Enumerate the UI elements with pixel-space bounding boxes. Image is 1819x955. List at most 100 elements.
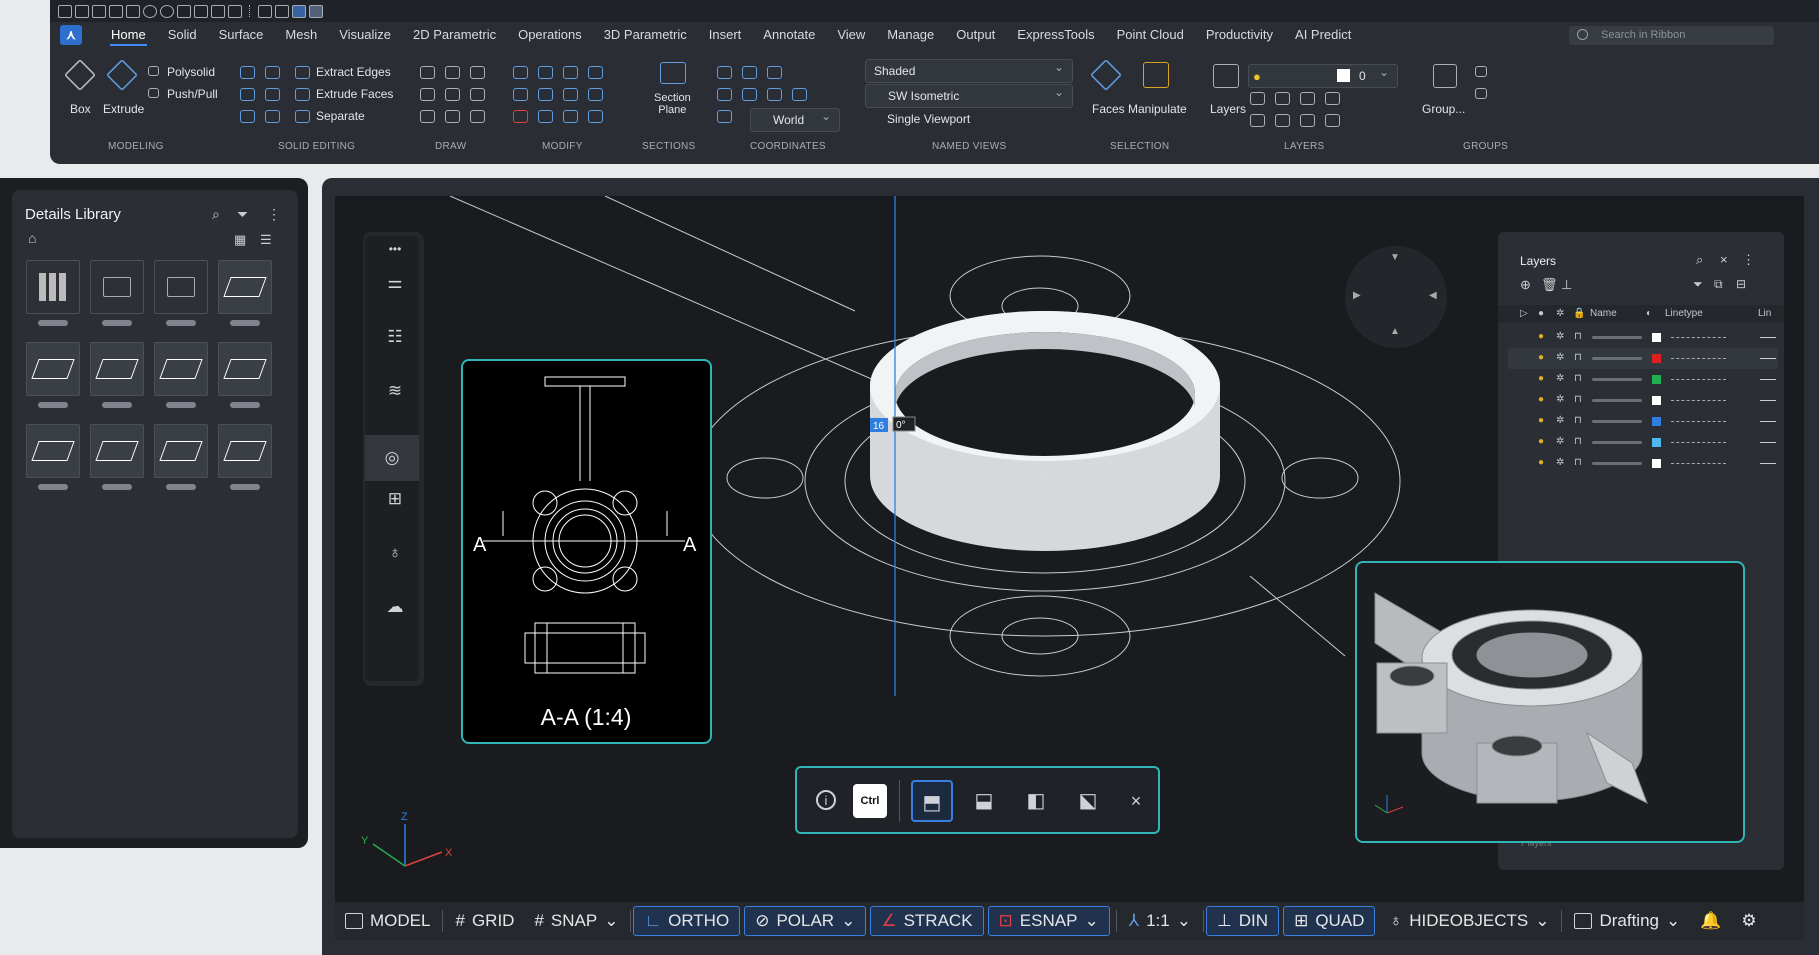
layer-row[interactable]: ● ✲ ⊓	[1508, 411, 1778, 432]
bulb-icon[interactable]: ●	[1538, 436, 1544, 447]
publish-icon[interactable]	[228, 4, 242, 18]
ucs-3point-icon[interactable]	[767, 66, 782, 79]
layer-unlock-icon[interactable]	[1325, 114, 1340, 127]
section-view-panel[interactable]: A A A-A (1:4)	[461, 359, 712, 744]
interfere-icon[interactable]	[240, 110, 255, 123]
fillet-icon[interactable]	[588, 88, 603, 101]
tab-visualize[interactable]: Visualize	[328, 22, 402, 48]
more-menu-icon[interactable]: ⋮	[1742, 252, 1755, 268]
bulb-icon[interactable]: ●	[1538, 373, 1544, 384]
offset-icon[interactable]	[538, 88, 553, 101]
box-button[interactable]: Box	[70, 102, 91, 116]
save-as-icon[interactable]	[109, 4, 123, 18]
tab-expresstools[interactable]: ExpressTools	[1006, 22, 1105, 48]
chevron-down-icon[interactable]: ⌄	[841, 911, 855, 931]
strack-toggle[interactable]: ∠ STRACK	[870, 906, 984, 936]
section-z-tool-icon[interactable]: ⬕	[1067, 780, 1109, 822]
layer-color-swatch[interactable]	[1652, 417, 1661, 426]
sun-icon[interactable]: ✲	[1556, 394, 1564, 405]
group-button[interactable]: Group...	[1422, 102, 1465, 116]
layer-name-placeholder[interactable]	[1592, 462, 1642, 465]
layer-color-swatch[interactable]	[1652, 396, 1661, 405]
polyline-icon[interactable]	[420, 66, 435, 79]
array-icon[interactable]	[588, 110, 603, 123]
layer-name-placeholder[interactable]	[1592, 399, 1642, 402]
section-x-tool-icon[interactable]: ⬓	[963, 780, 1005, 822]
lock-icon[interactable]: ⊓	[1574, 457, 1582, 468]
library-folder-item[interactable]	[90, 260, 144, 314]
sun-icon[interactable]: ✲	[1556, 373, 1564, 384]
linetype-preview[interactable]	[1671, 442, 1726, 443]
move-icon[interactable]	[513, 66, 528, 79]
cloud-upload-icon[interactable]: ☁	[385, 597, 405, 616]
bulb-icon[interactable]: ●	[1538, 415, 1544, 426]
lineweight-preview[interactable]	[1760, 379, 1776, 380]
more-icon[interactable]: •••	[385, 242, 405, 260]
library-detail-item[interactable]	[90, 424, 144, 478]
column-lineweight[interactable]: Lin	[1758, 308, 1771, 319]
separate-button[interactable]: Separate	[316, 109, 365, 123]
library-folder-item[interactable]	[154, 260, 208, 314]
chevron-down-icon[interactable]: ⌄	[1535, 911, 1549, 931]
group-label-sections[interactable]: SECTIONS	[642, 141, 696, 152]
column-linetype[interactable]: Linetype	[1665, 308, 1703, 319]
sun-icon[interactable]: ✲	[1556, 331, 1564, 342]
mirror-icon[interactable]	[588, 66, 603, 79]
tab-productivity[interactable]: Productivity	[1195, 22, 1284, 48]
layer-name-placeholder[interactable]	[1592, 420, 1642, 423]
group-label-layers[interactable]: LAYERS	[1284, 141, 1325, 152]
layer-row[interactable]: ● ✲ ⊓	[1508, 453, 1778, 474]
scale-dropdown[interactable]: ⅄ 1:1 ⌄	[1119, 906, 1201, 936]
circle-icon[interactable]	[470, 66, 485, 79]
ucs-icon[interactable]	[717, 66, 732, 79]
layer-states-icon[interactable]: ⧉	[1714, 277, 1723, 292]
tab-ai-predict[interactable]: AI Predict	[1284, 22, 1362, 48]
bulb-icon[interactable]: ●	[1538, 394, 1544, 405]
manipulate-icon[interactable]	[1143, 62, 1169, 88]
open-icon[interactable]	[75, 4, 89, 18]
chevron-down-icon[interactable]: ⌄	[1666, 911, 1680, 931]
layer-settings-icon[interactable]: ⊟	[1736, 277, 1746, 291]
section-plane-tool-icon[interactable]: ⬒	[911, 780, 953, 822]
more-menu-icon[interactable]: ⋮	[267, 206, 281, 223]
properties-icon[interactable]: ⚌	[385, 273, 405, 292]
polysolid-button[interactable]: Polysolid	[167, 65, 215, 79]
ctrl-key-button[interactable]: Ctrl	[853, 784, 887, 818]
copy-icon[interactable]	[177, 4, 191, 18]
extrude-faces-button[interactable]: Extrude Faces	[316, 87, 393, 101]
nav-up-icon[interactable]: ▼	[1390, 252, 1400, 263]
hatch-icon[interactable]	[470, 110, 485, 123]
list-view-icon[interactable]: ☰	[260, 232, 272, 248]
copy-modify-icon[interactable]	[513, 88, 528, 101]
visual-style-dropdown[interactable]: Shaded	[865, 56, 1073, 83]
bulb-icon[interactable]: ●	[1538, 331, 1544, 342]
quad-toggle[interactable]: ⊞ QUAD	[1283, 906, 1376, 936]
tab-point-cloud[interactable]: Point Cloud	[1106, 22, 1195, 48]
lock-icon[interactable]: ⊓	[1574, 436, 1582, 447]
layer-color-swatch[interactable]	[1652, 333, 1661, 342]
3d-preview-panel[interactable]	[1355, 561, 1745, 843]
layers-icon[interactable]	[1213, 64, 1239, 88]
esnap-toggle[interactable]: ⊡ ESNAP ⌄	[987, 906, 1110, 936]
linetype-preview[interactable]	[1671, 400, 1726, 401]
linetype-preview[interactable]	[1671, 421, 1726, 422]
subtract-icon[interactable]	[265, 66, 280, 79]
tab-view[interactable]: View	[826, 22, 876, 48]
group-label-solid-editing[interactable]: SOLID EDITING	[278, 141, 355, 152]
bulb-icon[interactable]: ●	[1538, 352, 1544, 363]
library-detail-item[interactable]	[218, 260, 272, 314]
sun-icon[interactable]: ✲	[1556, 352, 1564, 363]
section-plane-icon[interactable]	[660, 62, 686, 84]
section-plane-button[interactable]: Section Plane	[654, 92, 691, 116]
delete-layer-icon[interactable]: 🗑	[1541, 277, 1558, 293]
tab-annotate[interactable]: Annotate	[752, 22, 826, 48]
hideobjects-toggle[interactable]: ♁ HIDEOBJECTS ⌄	[1379, 906, 1559, 936]
linetype-preview[interactable]	[1671, 379, 1726, 380]
new-layer-icon[interactable]: ⊕	[1520, 277, 1531, 293]
ribbon-search-input[interactable]: Search in Ribbon	[1569, 26, 1774, 45]
layer-name-placeholder[interactable]	[1592, 336, 1642, 339]
polygon-icon[interactable]	[420, 110, 435, 123]
tab-output[interactable]: Output	[945, 22, 1006, 48]
lock-icon[interactable]: ⊓	[1574, 352, 1582, 363]
column-name[interactable]: Name	[1590, 308, 1617, 319]
